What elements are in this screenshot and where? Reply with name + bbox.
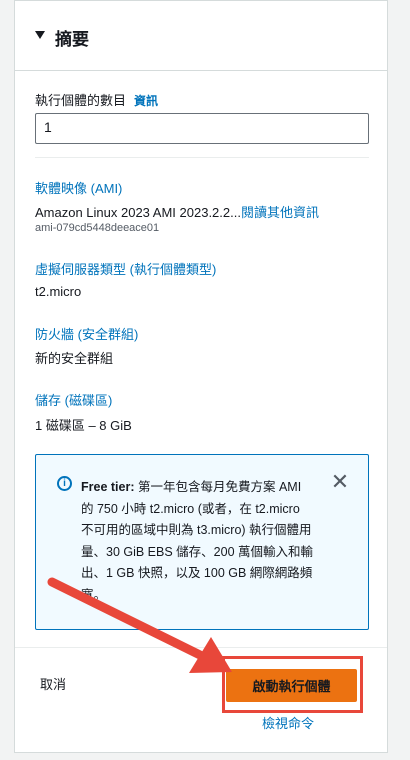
summary-panel: 摘要 執行個體的數目 資訊 1 軟體映像 (AMI) Amazon Linux 2… [14,0,388,753]
free-tier-label: Free tier: [81,480,135,494]
instance-count-label-text: 執行個體的數目 [35,93,127,108]
server-type-heading-link[interactable]: 虛擬伺服器類型 (執行個體類型) [35,259,216,278]
free-tier-alert: i Free tier: 第一年包含每月免費方案 AMI 的 750 小時 t2… [35,454,369,630]
info-link[interactable]: 資訊 [134,94,158,108]
info-icon: i [57,476,72,491]
launch-instance-button[interactable]: 啟動執行個體 [226,669,357,702]
close-icon[interactable]: ✕ [330,471,350,493]
server-type-value: t2.micro [35,284,82,299]
ami-more-link[interactable]: 閱讀其他資訊 [241,205,319,220]
divider [35,157,369,158]
cancel-button[interactable]: 取消 [40,674,66,693]
ami-name: Amazon Linux 2023 AMI 2023.2.2...閱讀其他資訊 [35,202,319,221]
caret-down-icon[interactable] [35,31,45,39]
ami-name-text: Amazon Linux 2023 AMI 2023.2.2... [35,205,241,220]
storage-value: 1 磁碟區 – 8 GiB [35,418,132,433]
free-tier-alert-text: Free tier: 第一年包含每月免費方案 AMI 的 750 小時 t2.m… [81,477,313,606]
free-tier-description: 第一年包含每月免費方案 AMI 的 750 小時 t2.micro (或者，在 … [81,480,314,602]
storage-heading-link[interactable]: 儲存 (磁碟區) [35,390,112,409]
instance-count-label: 執行個體的數目 資訊 [35,90,158,109]
view-command-link[interactable]: 檢視命令 [262,713,314,732]
ami-id: ami-079cd5448deeace01 [35,222,160,234]
firewall-value: 新的安全群組 [35,351,114,366]
summary-title: 摘要 [55,30,89,49]
summary-header[interactable]: 摘要 [15,1,387,71]
ami-heading-link[interactable]: 軟體映像 (AMI) [35,178,122,197]
instance-count-input[interactable]: 1 [35,113,369,144]
footer-divider [15,647,387,648]
firewall-heading-link[interactable]: 防火牆 (安全群組) [35,324,138,343]
